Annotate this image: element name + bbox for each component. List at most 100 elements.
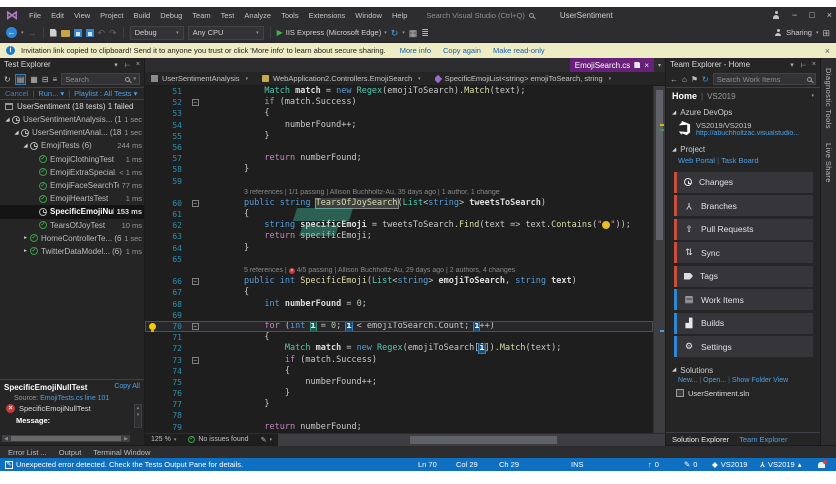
fold-margin[interactable] [187, 131, 203, 142]
code-line[interactable]: 79 return numberFound; [145, 422, 653, 433]
new-file-icon[interactable] [49, 28, 57, 37]
breakpoint-margin[interactable] [145, 220, 161, 231]
issues-indicator[interactable]: ✓ No issues found [182, 436, 254, 443]
test-tree-item[interactable]: ◢ UserSentimentAnal... (18) 1 sec [0, 126, 144, 139]
menu-help[interactable]: Help [387, 11, 412, 20]
code-line[interactable]: 61 { [145, 209, 653, 220]
breakpoint-margin[interactable] [145, 422, 161, 433]
more-info-link[interactable]: More info [400, 46, 431, 55]
breakpoint-margin[interactable] [145, 153, 161, 164]
fold-margin[interactable]: − [187, 97, 203, 108]
run-link[interactable]: Run... ▾ [38, 89, 64, 98]
navigate-forward-icon[interactable]: → [28, 28, 37, 38]
codelens-info[interactable]: 3 references | 1/1 passing | Allison Buc… [203, 189, 500, 196]
make-read-only-link[interactable]: Make read-only [493, 46, 545, 55]
refresh-dropdown-icon[interactable]: ▾ [402, 30, 405, 36]
team-item-work-items[interactable]: ▤ Work Items [674, 289, 813, 310]
breakpoint-margin[interactable] [145, 108, 161, 119]
cancel-link[interactable]: Cancel [5, 89, 28, 98]
code-area[interactable]: 51 Match match = new Regex(emojiToSearch… [145, 86, 665, 433]
group-by-icon[interactable]: ▦ [30, 75, 38, 84]
code-line[interactable]: 64 } [145, 243, 653, 254]
zoom-dropdown[interactable]: 125 % ▾ [145, 436, 182, 443]
fold-margin[interactable] [187, 310, 203, 321]
filter-icon[interactable]: ⊟ [42, 75, 49, 84]
breakpoint-margin[interactable] [145, 399, 161, 410]
fold-margin[interactable] [187, 108, 203, 119]
fold-margin[interactable] [187, 142, 203, 153]
sharing-dropdown[interactable]: Sharing ▾ ⊞ [774, 28, 830, 38]
more-tools-icon[interactable]: ≣ [421, 28, 429, 38]
platform-dropdown[interactable]: Any CPU ▾ [187, 25, 264, 40]
redo-icon[interactable]: ↷ [109, 28, 117, 38]
breakpoint-margin[interactable] [145, 321, 161, 332]
open-solution-link[interactable]: Open... [703, 377, 726, 384]
expander-icon[interactable]: ▸ [21, 248, 30, 254]
config-dropdown[interactable]: Debug ▾ [129, 25, 184, 40]
test-tree-item[interactable]: ✓ TearsOfJoyTest 10 ms [0, 219, 144, 232]
fold-margin[interactable] [187, 366, 203, 377]
team-item-pull-requests[interactable]: ⇧ Pull Requests [674, 218, 813, 240]
code-line[interactable]: 73 − if (match.Success) [145, 355, 653, 366]
bottom-tab-error-list-[interactable]: Error List ... [8, 448, 47, 457]
code-line[interactable]: 53 { [145, 108, 653, 119]
fold-margin[interactable] [187, 343, 203, 354]
breakpoint-margin[interactable] [145, 209, 161, 220]
refresh-icon[interactable]: ↻ [702, 75, 709, 84]
code-line[interactable]: 62 string specificEmoji = tweetsToSearch… [145, 220, 653, 231]
tab-team-explorer[interactable]: Team Explorer [739, 435, 787, 444]
fold-margin[interactable] [187, 410, 203, 421]
back-dropdown-icon[interactable]: ▾ [21, 30, 24, 36]
save-file-icon[interactable] [634, 62, 641, 68]
test-tree-item[interactable]: ▸ ✓ HomeControllerTe... (6) 1 sec [0, 232, 144, 245]
playlist-link[interactable]: Playlist : All Tests ▾ [74, 89, 137, 98]
breakpoint-margin[interactable] [145, 97, 161, 108]
code-line[interactable]: 67 { [145, 287, 653, 298]
back-icon[interactable]: ← [670, 75, 678, 84]
menu-analyze[interactable]: Analyze [239, 11, 276, 20]
fold-collapse-icon[interactable]: − [191, 99, 199, 107]
new-solution-link[interactable]: New... [678, 377, 697, 384]
breakpoint-margin[interactable] [145, 243, 161, 254]
panel-menu-icon[interactable]: ▾ [114, 61, 118, 69]
fold-margin[interactable] [187, 231, 203, 242]
code-line[interactable]: 52 − if (match.Success) [145, 97, 653, 108]
show-folder-view-link[interactable]: Show Folder View [732, 377, 788, 384]
code-line[interactable]: 66 − public int SpecificEmoji(List<string… [145, 276, 653, 287]
run-button[interactable]: ▶ IIS Express (Microsoft Edge) ▾ [277, 28, 387, 37]
fold-margin[interactable]: − [187, 198, 203, 209]
fold-margin[interactable]: − [187, 321, 203, 332]
source-link[interactable]: EmojiTests.cs line 101 [40, 395, 109, 402]
code-line[interactable]: 78 [145, 410, 653, 421]
options-icon[interactable]: ≡ [53, 75, 58, 84]
chevron-down-icon[interactable]: ▾ [811, 93, 814, 99]
code-line[interactable]: 58 } [145, 164, 653, 175]
team-item-branches[interactable]: Y Branches [674, 195, 813, 216]
notifications-bell-icon[interactable] [818, 458, 827, 471]
team-item-sync[interactable]: ⇅ Sync [674, 242, 813, 263]
menu-file[interactable]: File [24, 11, 46, 20]
pending-edits[interactable]: ✎ 0 [684, 458, 697, 471]
task-board-link[interactable]: Task Board [721, 156, 759, 165]
live-share-session-icon[interactable]: ⊞ [822, 28, 830, 38]
repo-indicator[interactable]: ◆ VS2019 [712, 458, 747, 471]
pin-icon[interactable]: ⊥ [799, 61, 807, 67]
code-line[interactable]: 59 [145, 176, 653, 187]
breadcrumb-project[interactable]: UserSentimentAnalysis ▾ [151, 74, 248, 83]
menu-view[interactable]: View [69, 11, 95, 20]
tab-solution-explorer[interactable]: Solution Explorer [672, 435, 729, 444]
test-tree-item[interactable]: ✓ EmojiClothingTest 1 ms [0, 153, 144, 166]
fold-margin[interactable] [187, 120, 203, 131]
code-line[interactable]: 55 } [145, 131, 653, 142]
flag-icon[interactable]: ⚑ [691, 75, 698, 84]
menu-test[interactable]: Test [216, 11, 240, 20]
panel-close-icon[interactable]: × [812, 61, 816, 68]
code-line[interactable]: 65 [145, 254, 653, 265]
tab-emojisearch[interactable]: EmojiSearch.cs × [569, 58, 654, 72]
expander-icon[interactable]: ◢ [12, 130, 21, 136]
test-tree-item[interactable]: ✓ EmojiHeartsTest 1 ms [0, 192, 144, 205]
code-line[interactable]: 63 return specificEmoji; [145, 231, 653, 242]
fold-margin[interactable] [187, 164, 203, 175]
details-vertical-scrollbar[interactable]: ▴ ▾ [134, 404, 142, 428]
breakpoint-margin[interactable] [145, 343, 161, 354]
